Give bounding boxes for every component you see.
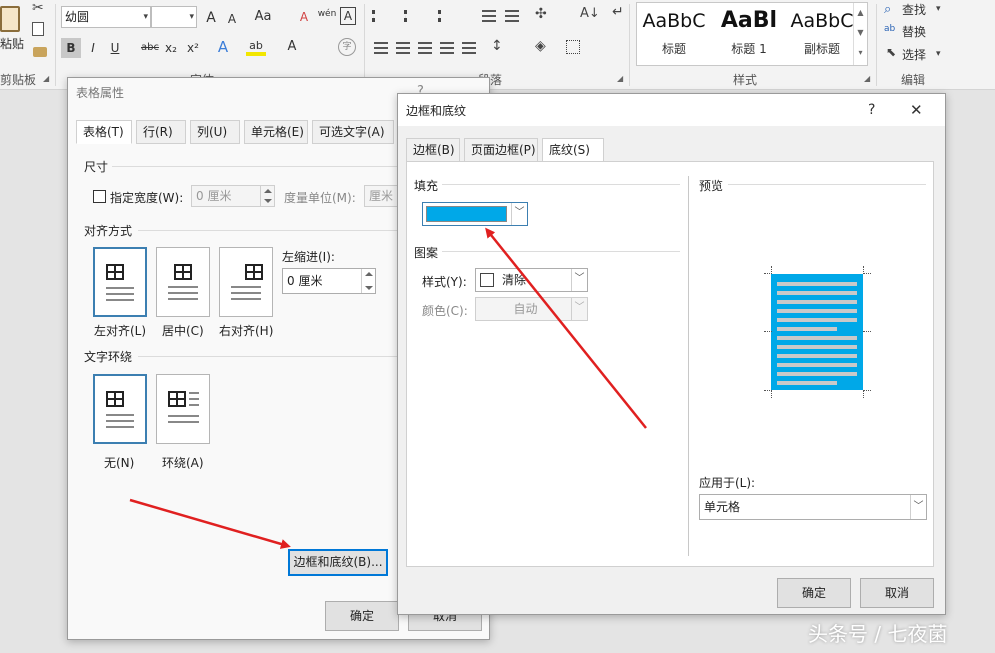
arrow-to-fill-color: [485, 227, 647, 429]
arrow-to-borders-button: [129, 498, 291, 549]
annotation-arrows: [129, 227, 647, 549]
watermark: 头条号 / 七夜菌: [808, 622, 948, 646]
